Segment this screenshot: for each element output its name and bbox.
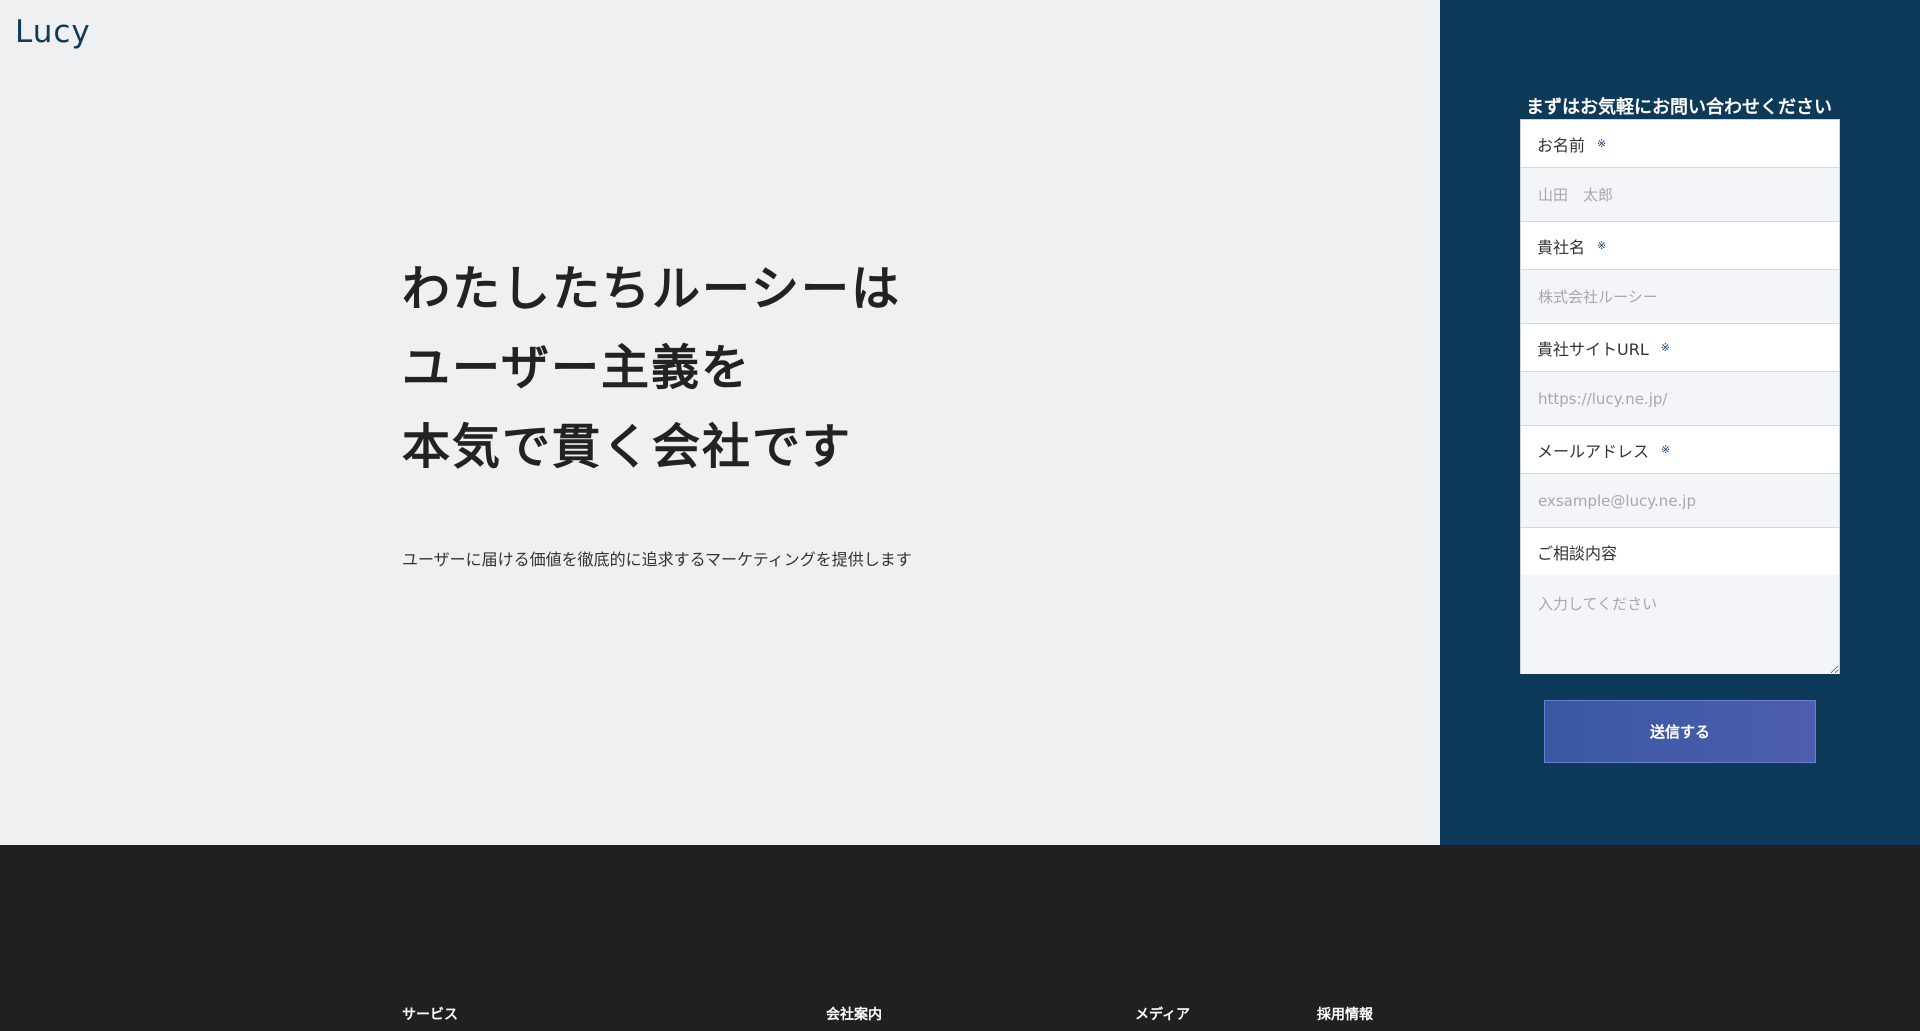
footer-link-services[interactable]: サービス bbox=[402, 1004, 458, 1024]
site-url-input[interactable] bbox=[1521, 372, 1839, 426]
company-input[interactable] bbox=[1521, 270, 1839, 324]
site-footer bbox=[0, 845, 1920, 1031]
hero-subcopy: ユーザーに届ける価値を徹底的に追求するマーケティングを提供します bbox=[402, 550, 912, 569]
headline-line-1: わたしたちルーシーは bbox=[402, 261, 902, 317]
company-label-text: 貴社名 bbox=[1537, 237, 1586, 257]
email-label: メールアドレス ※ bbox=[1521, 426, 1839, 474]
headline-line-3: 本気で貫く会社です bbox=[402, 419, 853, 475]
footer-link-careers[interactable]: 採用情報 bbox=[1317, 1004, 1373, 1024]
hero-headline: わたしたちルーシーは ユーザー主義を 本気で貫く会社です bbox=[402, 250, 1022, 487]
site-url-required-mark: ※ bbox=[1660, 341, 1670, 354]
contact-form: お名前 ※ 貴社名 ※ 貴社サイトURL ※ メールアドレス ※ ご相談内容 bbox=[1520, 119, 1840, 674]
site-url-label-text: 貴社サイトURL bbox=[1537, 339, 1649, 359]
inquiry-label: ご相談内容 bbox=[1521, 528, 1839, 576]
inquiry-label-text: ご相談内容 bbox=[1537, 543, 1618, 563]
inquiry-textarea[interactable] bbox=[1521, 575, 1839, 674]
site-url-label: 貴社サイトURL ※ bbox=[1521, 324, 1839, 372]
company-label: 貴社名 ※ bbox=[1521, 222, 1839, 270]
headline-line-2: ユーザー主義を bbox=[402, 340, 752, 396]
company-required-mark: ※ bbox=[1597, 239, 1607, 252]
hero-section: Lucy わたしたちルーシーは ユーザー主義を 本気で貫く会社です ユーザーに届… bbox=[0, 0, 1440, 845]
name-required-mark: ※ bbox=[1597, 137, 1607, 150]
submit-button[interactable]: 送信する bbox=[1544, 700, 1816, 763]
email-label-text: メールアドレス bbox=[1537, 441, 1650, 461]
name-label-text: お名前 bbox=[1537, 135, 1586, 155]
footer-link-media[interactable]: メディア bbox=[1135, 1004, 1190, 1024]
footer-link-company[interactable]: 会社案内 bbox=[826, 1004, 882, 1024]
form-title: まずはお気軽にお問い合わせください bbox=[1526, 97, 1832, 118]
site-logo[interactable]: Lucy bbox=[15, 14, 91, 50]
email-required-mark: ※ bbox=[1661, 443, 1671, 456]
name-input[interactable] bbox=[1521, 168, 1839, 222]
name-label: お名前 ※ bbox=[1521, 120, 1839, 168]
email-input[interactable] bbox=[1521, 474, 1839, 528]
